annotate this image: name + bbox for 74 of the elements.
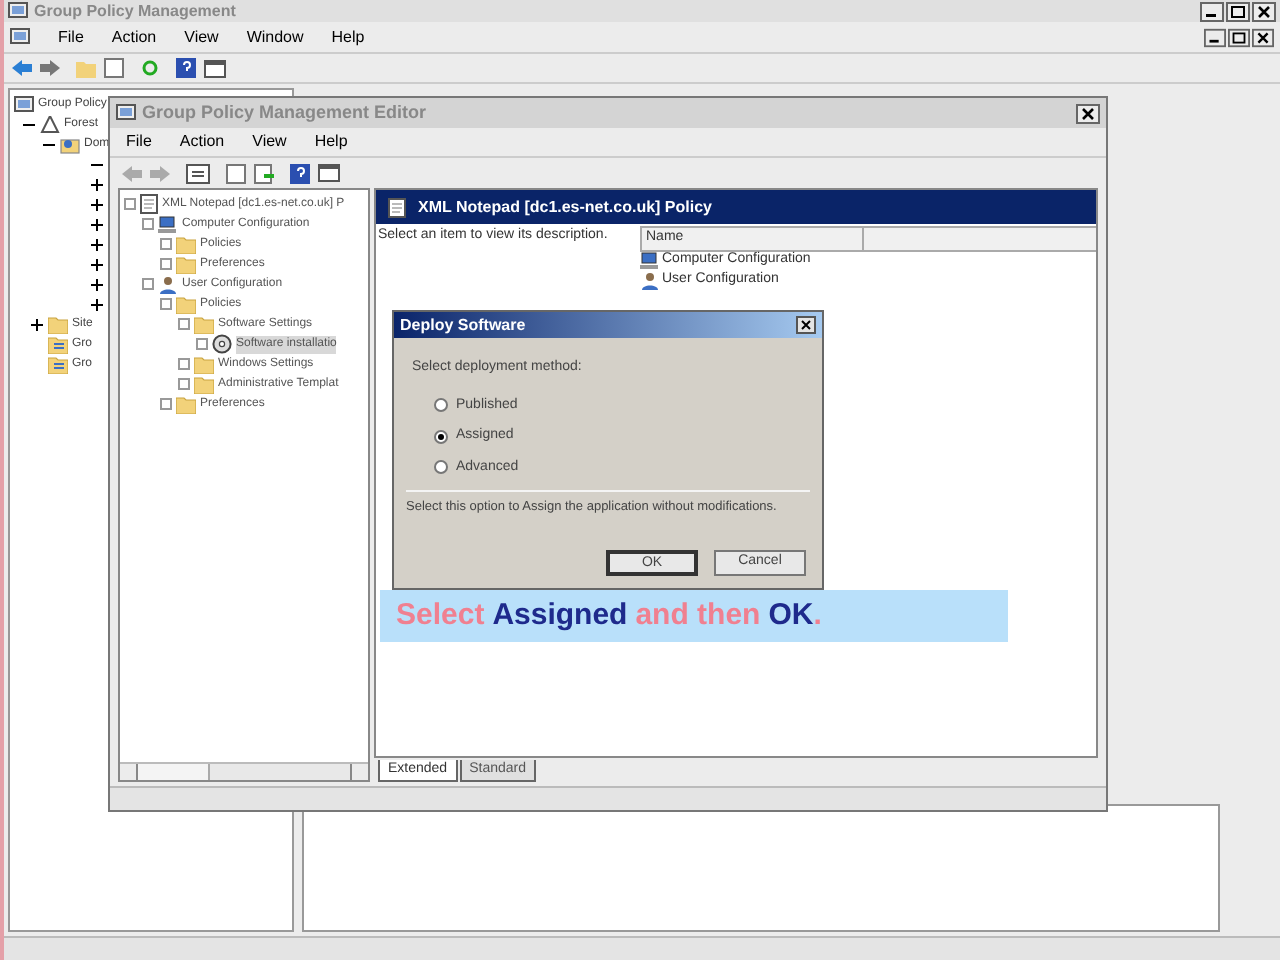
- folder-icon: [48, 315, 68, 333]
- help-icon[interactable]: [290, 163, 310, 183]
- properties-icon[interactable]: [226, 163, 246, 183]
- menu-item[interactable]: Action: [111, 25, 157, 49]
- refresh-icon[interactable]: [140, 58, 160, 78]
- close-icon[interactable]: [1252, 1, 1276, 21]
- horizontal-scrollbar[interactable]: [120, 762, 368, 780]
- menu-item[interactable]: Help: [314, 130, 348, 154]
- highlighted-word: Assigned: [492, 595, 628, 636]
- export-icon[interactable]: [254, 163, 274, 183]
- radio-button[interactable]: [434, 460, 448, 475]
- computer-icon: [158, 215, 178, 233]
- expand-icon[interactable]: [90, 177, 104, 191]
- help-icon[interactable]: [176, 58, 196, 78]
- expander-box[interactable]: [124, 198, 136, 210]
- expand-icon[interactable]: [30, 317, 44, 331]
- window-icon[interactable]: [318, 164, 340, 182]
- minimize-icon[interactable]: [1204, 27, 1226, 47]
- expander-box[interactable]: [142, 278, 154, 290]
- expander-box[interactable]: [160, 258, 172, 270]
- disc-icon: [212, 334, 232, 354]
- window-icon[interactable]: [204, 59, 226, 77]
- minimize-icon[interactable]: [1200, 1, 1224, 21]
- instruction-text: .: [813, 595, 822, 636]
- expand-icon[interactable]: [90, 217, 104, 231]
- expand-icon[interactable]: [90, 297, 104, 311]
- window-title: Group Policy Management Editor: [142, 99, 427, 126]
- radio-button[interactable]: [434, 398, 448, 413]
- pane-header: XML Notepad [dc1.es-net.co.uk] Policy: [418, 195, 712, 219]
- close-icon[interactable]: [1252, 27, 1274, 47]
- highlighted-word: OK: [768, 595, 814, 636]
- scroll-icon: [48, 335, 68, 353]
- expander-box[interactable]: [178, 318, 190, 330]
- radio-button[interactable]: [434, 429, 448, 444]
- window-title: Group Policy Management: [34, 0, 236, 23]
- expander-box[interactable]: [160, 238, 172, 250]
- document-icon: [388, 197, 406, 217]
- tree-toggle-icon[interactable]: [186, 163, 210, 183]
- tree-icon: [40, 115, 60, 133]
- domain-icon: [60, 135, 80, 153]
- expand-icon[interactable]: [90, 237, 104, 251]
- expander-box[interactable]: [178, 378, 190, 390]
- menu-item[interactable]: View: [184, 25, 219, 49]
- expand-icon[interactable]: [90, 277, 104, 291]
- maximize-icon[interactable]: [1226, 1, 1250, 21]
- forward-icon[interactable]: [40, 60, 60, 76]
- console-icon: [14, 95, 34, 113]
- menu-item[interactable]: File: [58, 25, 84, 49]
- instruction-text: and then: [635, 595, 761, 636]
- back-icon[interactable]: [12, 60, 32, 76]
- maximize-icon[interactable]: [1228, 27, 1250, 47]
- menu-item[interactable]: File: [126, 130, 152, 154]
- user-icon: [640, 272, 660, 290]
- menu-item[interactable]: Help: [331, 25, 365, 49]
- expand-icon[interactable]: [90, 197, 104, 211]
- user-icon: [158, 275, 178, 293]
- properties-icon[interactable]: [104, 58, 124, 78]
- expander-box[interactable]: [196, 338, 208, 350]
- instruction-text: Select: [396, 595, 485, 636]
- menu-item[interactable]: Window: [246, 25, 304, 49]
- dialog-title: Deploy Software: [400, 313, 526, 337]
- scroll-icon: [48, 355, 68, 373]
- expander-box[interactable]: [160, 398, 172, 410]
- console-icon: [116, 104, 136, 122]
- menu-item[interactable]: Action: [179, 130, 225, 154]
- expander-box[interactable]: [178, 358, 190, 370]
- computer-icon: [640, 252, 660, 270]
- document-icon: [140, 194, 158, 214]
- close-icon[interactable]: [796, 316, 816, 334]
- expander-box[interactable]: [142, 218, 154, 230]
- close-icon[interactable]: [1076, 103, 1100, 123]
- expand-icon[interactable]: [90, 257, 104, 271]
- expander-box[interactable]: [160, 298, 172, 310]
- menu-item[interactable]: View: [252, 130, 287, 154]
